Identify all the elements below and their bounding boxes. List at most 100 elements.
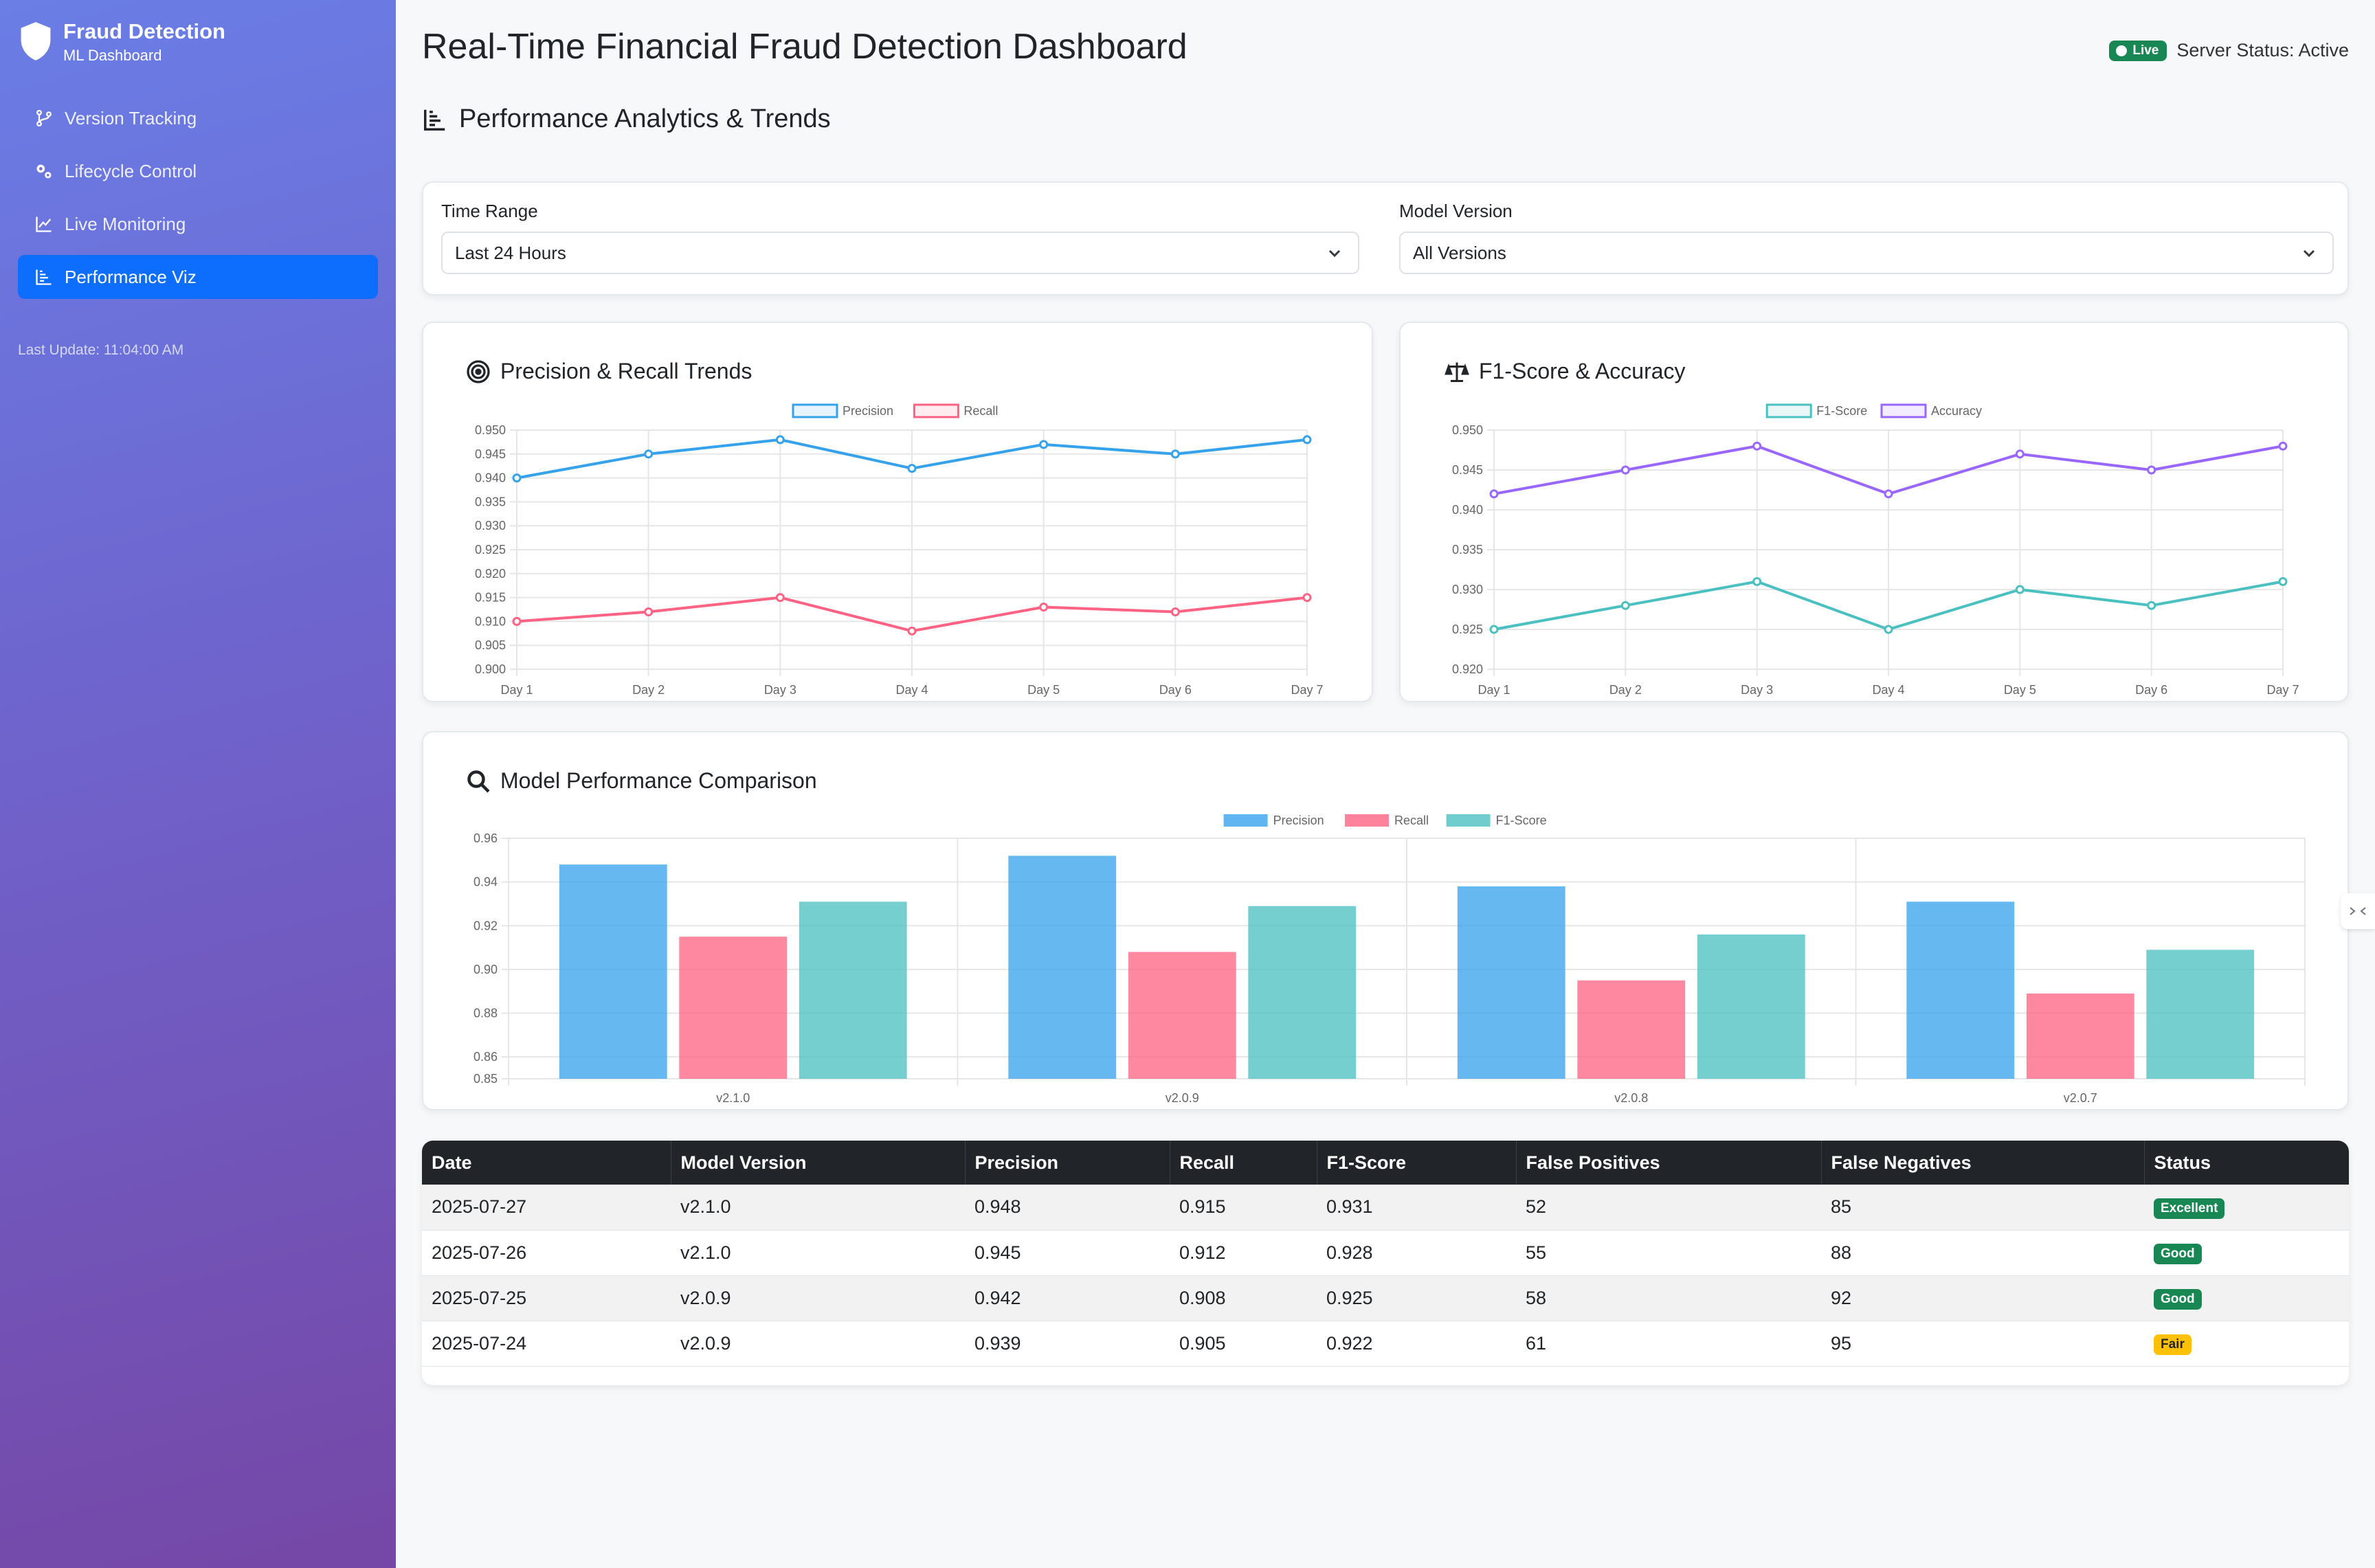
collapse-toggle-button[interactable] bbox=[2341, 893, 2375, 929]
data-point bbox=[907, 626, 917, 636]
model-version-label: Model Version bbox=[1399, 201, 1513, 221]
cell-version: v2.0.9 bbox=[671, 1275, 965, 1321]
data-point bbox=[512, 473, 522, 483]
sidebar-item-label: Performance Viz bbox=[65, 266, 197, 287]
cell-recall: 0.915 bbox=[1170, 1185, 1317, 1231]
cell-status: Good bbox=[2144, 1275, 2349, 1321]
data-point bbox=[2015, 585, 2025, 594]
bar-chart-icon bbox=[424, 109, 445, 131]
cell-precision: 0.945 bbox=[965, 1230, 1170, 1276]
y-tick-label: 0.910 bbox=[475, 614, 506, 628]
x-tick-label: Day 5 bbox=[1027, 683, 1060, 697]
sidebar-item-performance-viz[interactable]: Performance Viz bbox=[18, 255, 378, 299]
cell-f1: 0.928 bbox=[1317, 1230, 1516, 1276]
data-point bbox=[2278, 576, 2288, 586]
collapse-arrows-icon bbox=[2350, 907, 2366, 915]
legend-swatch bbox=[1223, 814, 1268, 827]
data-point bbox=[1620, 601, 1630, 610]
table-row: 2025-07-24 v2.0.9 0.939 0.905 0.922 61 9… bbox=[422, 1321, 2349, 1367]
y-tick-label: 0.915 bbox=[475, 591, 506, 605]
legend-label: Precision bbox=[1273, 814, 1324, 827]
legend-swatch bbox=[792, 403, 838, 418]
cell-recall: 0.908 bbox=[1170, 1275, 1317, 1321]
cell-false-positives: 52 bbox=[1516, 1185, 1821, 1231]
cell-false-positives: 55 bbox=[1516, 1230, 1821, 1276]
bar bbox=[559, 864, 667, 1079]
data-point bbox=[1302, 435, 1312, 445]
y-tick-label: 0.94 bbox=[473, 875, 498, 889]
sidebar-item-version-tracking[interactable]: Version Tracking bbox=[18, 96, 378, 140]
y-tick-label: 0.90 bbox=[473, 963, 498, 976]
status-badge: Fair bbox=[2154, 1334, 2192, 1355]
legend-swatch bbox=[1446, 814, 1491, 827]
status-badge: Excellent bbox=[2154, 1198, 2225, 1219]
cell-version: v2.1.0 bbox=[671, 1230, 965, 1276]
live-dot-icon bbox=[2116, 45, 2128, 56]
data-point bbox=[1302, 593, 1312, 603]
x-tick-label: v2.0.8 bbox=[1614, 1091, 1648, 1105]
y-tick-label: 0.950 bbox=[475, 423, 506, 437]
branch-icon bbox=[36, 109, 52, 127]
y-tick-label: 0.930 bbox=[475, 519, 506, 533]
live-label: Live bbox=[2132, 43, 2159, 58]
brand: Fraud Detection ML Dashboard bbox=[18, 18, 225, 66]
data-point bbox=[1039, 440, 1049, 449]
brand-subtitle: ML Dashboard bbox=[63, 47, 162, 64]
cell-status: Excellent bbox=[2144, 1185, 2349, 1231]
cell-version: v2.1.0 bbox=[671, 1185, 965, 1231]
bar bbox=[2146, 950, 2255, 1079]
sidebar-item-label: Version Tracking bbox=[65, 107, 197, 128]
cell-f1: 0.931 bbox=[1317, 1185, 1516, 1231]
y-tick-label: 0.945 bbox=[475, 447, 506, 461]
legend-swatch bbox=[913, 403, 959, 418]
column-header: Status bbox=[2154, 1152, 2211, 1173]
time-range-select[interactable]: Last 24 Hours bbox=[441, 232, 1359, 274]
data-point bbox=[1620, 465, 1630, 475]
last-update-text: Last Update: 11:04:00 AM bbox=[18, 342, 184, 358]
y-tick-label: 0.940 bbox=[475, 471, 506, 485]
cell-f1: 0.922 bbox=[1317, 1321, 1516, 1367]
x-tick-label: Day 5 bbox=[2004, 683, 2036, 697]
cell-false-negatives: 85 bbox=[1821, 1185, 2144, 1231]
table-row: 2025-07-26 v2.1.0 0.945 0.912 0.928 55 8… bbox=[422, 1230, 2349, 1276]
legend-label: F1-Score bbox=[1816, 404, 1867, 418]
x-tick-label: Day 4 bbox=[895, 683, 928, 697]
bar bbox=[679, 937, 788, 1079]
y-tick-label: 0.88 bbox=[473, 1007, 498, 1020]
cell-status: Fair bbox=[2144, 1321, 2349, 1367]
sidebar-item-live-monitoring[interactable]: Live Monitoring bbox=[18, 202, 378, 246]
data-point bbox=[644, 607, 654, 616]
cell-false-negatives: 95 bbox=[1821, 1321, 2144, 1367]
legend-label: Recall bbox=[1394, 814, 1429, 827]
data-point bbox=[1884, 489, 1893, 499]
x-tick-label: Day 7 bbox=[2266, 683, 2299, 697]
f1-accuracy-chart: F1-Score Accuracy 0.950 0.945 0.940 0.935 0.93… bbox=[1452, 403, 2299, 697]
bar bbox=[1577, 980, 1686, 1079]
y-tick-label: 0.920 bbox=[475, 567, 506, 581]
legend-swatch bbox=[1765, 403, 1812, 418]
y-tick-label: 0.950 bbox=[1452, 423, 1483, 437]
data-point bbox=[1170, 449, 1180, 459]
section-title-text: Performance Analytics & Trends bbox=[459, 104, 831, 133]
chevron-down-icon bbox=[1328, 249, 1341, 258]
y-tick-label: 0.85 bbox=[473, 1072, 498, 1086]
y-tick-label: 0.940 bbox=[1452, 503, 1483, 517]
model-version-select[interactable]: All Versions bbox=[1399, 232, 2334, 274]
cell-recall: 0.905 bbox=[1170, 1321, 1317, 1367]
x-tick-label: Day 2 bbox=[632, 683, 665, 697]
sidebar-item-lifecycle-control[interactable]: Lifecycle Control bbox=[18, 149, 378, 193]
legend-swatch bbox=[1880, 403, 1927, 418]
y-tick-label: 0.96 bbox=[473, 831, 498, 845]
y-tick-label: 0.945 bbox=[1452, 463, 1483, 477]
bar bbox=[1457, 886, 1565, 1079]
y-tick-label: 0.925 bbox=[1452, 623, 1483, 636]
data-point bbox=[1489, 625, 1499, 634]
legend-swatch bbox=[1345, 814, 1389, 827]
bar bbox=[1697, 934, 1805, 1079]
data-point bbox=[2015, 449, 2025, 459]
model-comparison-chart: Precision Recall F1-Score 0.96 0.94 0.92 0.90 0… bbox=[473, 814, 2306, 1105]
data-point bbox=[2278, 441, 2288, 451]
y-tick-label: 0.905 bbox=[475, 638, 506, 652]
legend-label: Accuracy bbox=[1931, 404, 1982, 418]
data-point bbox=[644, 449, 654, 459]
